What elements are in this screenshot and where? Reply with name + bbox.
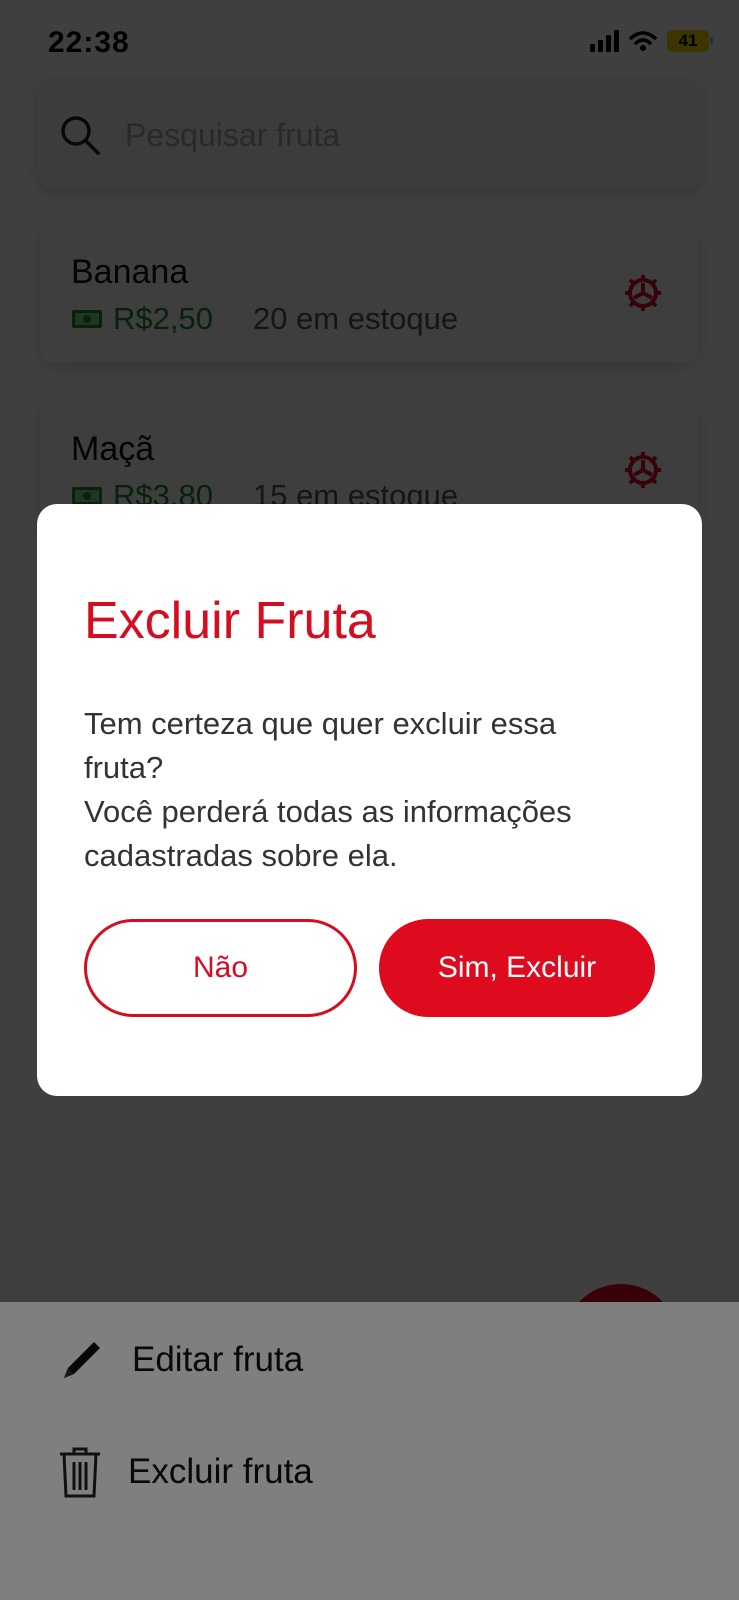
dialog-message-line: Tem certeza que quer excluir essa [84, 706, 557, 741]
yes-delete-button[interactable]: Sim, Excluir [379, 919, 655, 1017]
app-screen: 22:38 41 Banana [0, 0, 739, 1600]
dialog-message-line: fruta? [84, 750, 164, 785]
no-button[interactable]: Não [84, 919, 357, 1017]
dialog-message-line: cadastradas sobre ela. [84, 838, 398, 873]
delete-confirm-dialog: Excluir Fruta Tem certeza que quer exclu… [37, 504, 702, 1096]
dialog-message-line: Você perderá todas as informações [84, 794, 572, 829]
dialog-title: Excluir Fruta [84, 592, 376, 650]
dialog-message: Tem certeza que quer excluir essa fruta?… [84, 702, 664, 878]
